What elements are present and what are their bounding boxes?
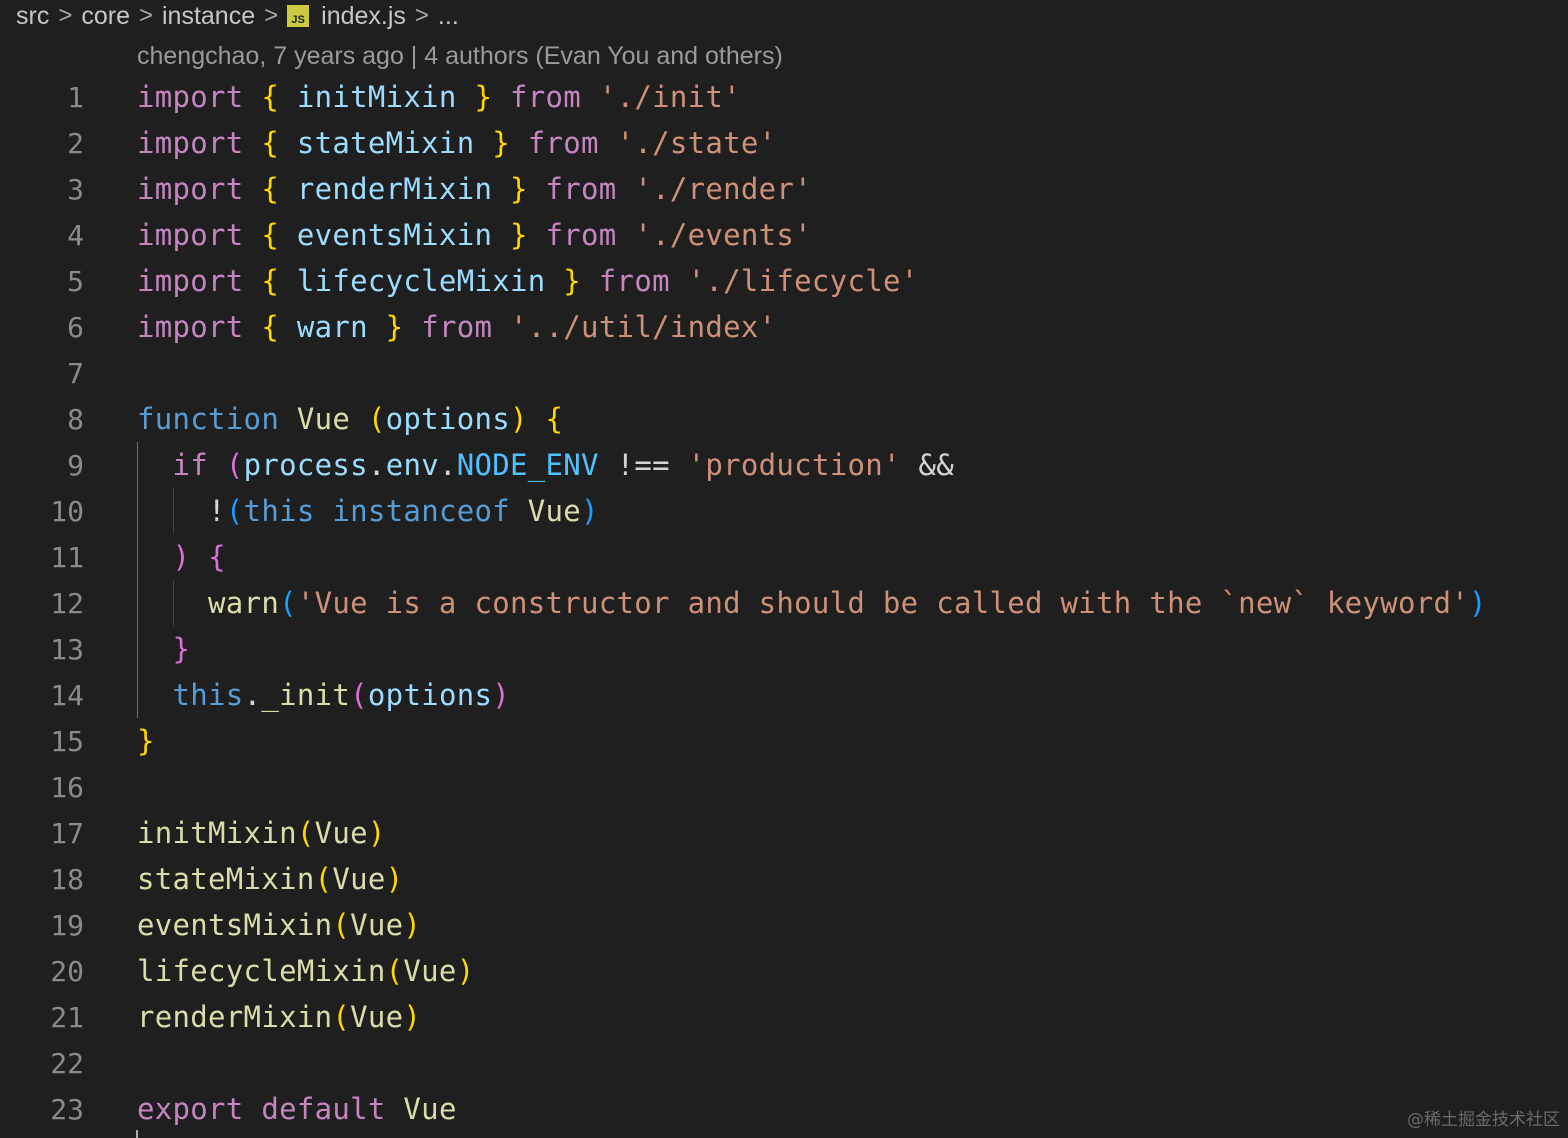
code-text: import { eventsMixin } from './events' (137, 218, 812, 252)
code-text: stateMixin(Vue) (137, 862, 404, 896)
code-text: import { renderMixin } from './render' (137, 172, 812, 206)
code-text: } (137, 724, 155, 758)
chevron-right-icon: > (414, 2, 429, 29)
code-text: ) { (172, 540, 226, 574)
line-number: 1 (67, 80, 84, 114)
code-text: lifecycleMixin(Vue) (137, 954, 475, 988)
code-editor[interactable]: 1 import { initMixin } from './init' 2 imp… (0, 74, 1568, 1132)
code-line: 22 (0, 1040, 1568, 1086)
code-text: eventsMixin(Vue) (137, 908, 422, 942)
chevron-right-icon: > (58, 2, 73, 29)
watermark: @稀土掘金技术社区 (1407, 1110, 1560, 1130)
code-line: 8 function Vue (options) { (0, 396, 1568, 442)
code-text: import { initMixin } from './init' (137, 80, 741, 114)
code-text: } (172, 632, 191, 666)
code-line: 4 import { eventsMixin } from './events' (0, 212, 1568, 258)
line-number: 11 (50, 540, 84, 574)
line-number: 7 (67, 356, 84, 390)
code-text: if (process.env.NODE_ENV !== 'production… (172, 448, 955, 482)
javascript-file-icon: JS (287, 5, 310, 27)
line-number: 22 (50, 1046, 84, 1080)
code-line: 16 (0, 764, 1568, 810)
breadcrumb-index-js[interactable]: index.js (321, 2, 406, 31)
code-text: function Vue (options) { (137, 402, 564, 436)
line-number: 8 (67, 402, 84, 436)
line-number: 20 (50, 954, 84, 988)
code-line: 20 lifecycleMixin(Vue) (0, 948, 1568, 994)
code-line: 5 import { lifecycleMixin } from './lifec… (0, 258, 1568, 304)
breadcrumb-src[interactable]: src (16, 2, 49, 31)
line-number: 16 (50, 770, 84, 804)
git-blame-codelens[interactable]: chengchao, 7 years ago | 4 authors (Evan… (137, 38, 783, 74)
breadcrumb-core[interactable]: core (81, 2, 130, 31)
code-text: initMixin(Vue) (137, 816, 386, 850)
line-number: 18 (50, 862, 84, 896)
code-text: export default Vue (137, 1092, 457, 1126)
code-text: !(this instanceof Vue) (208, 494, 599, 528)
line-number: 3 (67, 172, 84, 206)
line-number: 2 (67, 126, 84, 160)
line-number: 23 (50, 1092, 84, 1126)
line-number: 15 (50, 724, 84, 758)
code-line: 1 import { initMixin } from './init' (0, 74, 1568, 120)
code-text: import { stateMixin } from './state' (137, 126, 777, 160)
breadcrumb-instance[interactable]: instance (162, 2, 255, 31)
code-line: 12 warn('Vue is a constructor and should… (0, 580, 1568, 626)
code-line: 17 initMixin(Vue) (0, 810, 1568, 856)
code-line: 15} (0, 718, 1568, 764)
line-number: 14 (50, 678, 84, 712)
line-number: 13 (50, 632, 84, 666)
line-number: 12 (50, 586, 84, 620)
line-number: 21 (50, 1000, 84, 1034)
chevron-right-icon: > (138, 2, 153, 29)
code-line: 7 (0, 350, 1568, 396)
line-number: 10 (50, 494, 84, 528)
line-number: 9 (67, 448, 84, 482)
breadcrumb: src > core > instance > JS index.js > ..… (16, 0, 459, 32)
line-number: 19 (50, 908, 84, 942)
code-text: import { lifecycleMixin } from './lifecy… (137, 264, 919, 298)
line-number: 6 (67, 310, 84, 344)
code-line: 11 ) { (0, 534, 1568, 580)
chevron-right-icon: > (264, 2, 279, 29)
code-line: 3 import { renderMixin } from './render' (0, 166, 1568, 212)
code-text: this._init(options) (172, 678, 511, 712)
code-text: renderMixin(Vue) (137, 1000, 422, 1034)
code-line: 9 if (process.env.NODE_ENV !== 'producti… (0, 442, 1568, 488)
code-line: 18 stateMixin(Vue) (0, 856, 1568, 902)
code-line: 14 this._init(options) (0, 672, 1568, 718)
code-line: 10 !(this instanceof Vue) (0, 488, 1568, 534)
code-text: warn('Vue is a constructor and should be… (208, 586, 1487, 620)
code-line: 2 import { stateMixin } from './state' (0, 120, 1568, 166)
code-line: 21 renderMixin(Vue) (0, 994, 1568, 1040)
code-line: 13 } (0, 626, 1568, 672)
line-number: 4 (67, 218, 84, 252)
text-cursor (136, 1130, 138, 1138)
code-text: import { warn } from '../util/index' (137, 310, 777, 344)
breadcrumb-more[interactable]: ... (438, 2, 459, 31)
code-line: 23 export default Vue (0, 1086, 1568, 1132)
line-number: 17 (50, 816, 84, 850)
code-line: 19 eventsMixin(Vue) (0, 902, 1568, 948)
code-line: 6 import { warn } from '../util/index' (0, 304, 1568, 350)
line-number: 5 (67, 264, 84, 298)
